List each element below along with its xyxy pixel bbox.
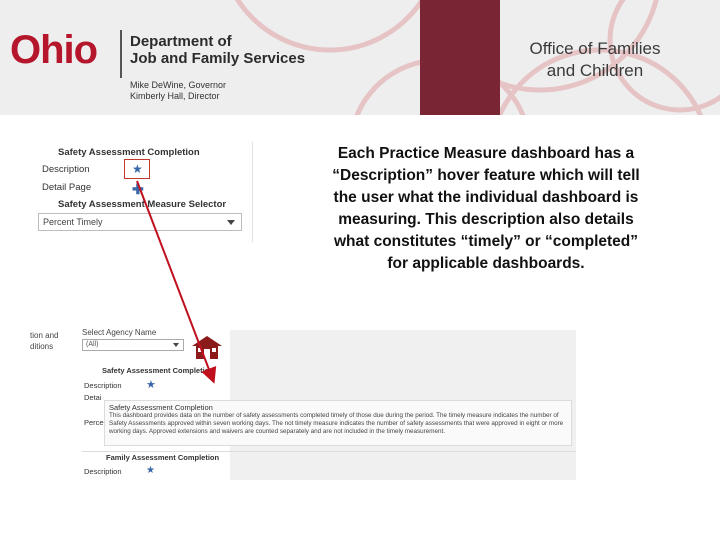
description-tooltip: Safety Assessment Completion This dashbo… xyxy=(104,400,572,446)
tooltip-body: This dashboard provides data on the numb… xyxy=(109,412,564,435)
office-title: Office of Families and Children xyxy=(529,39,661,80)
dashboard-hover-panel: tion and ditions Select Agency Name (All… xyxy=(30,328,576,480)
star-icon[interactable]: ★ xyxy=(146,378,156,391)
agency-dropdown[interactable]: (All) xyxy=(82,339,184,351)
maroon-band xyxy=(420,0,500,115)
family-assessment-title: Family Assessment Completion xyxy=(106,453,220,462)
dashboard-header-panel: Safety Assessment Completion Description… xyxy=(32,142,253,242)
logo-divider xyxy=(120,30,122,78)
house-icon[interactable] xyxy=(190,334,224,360)
section-divider xyxy=(82,451,576,452)
selector-value: Percent Timely xyxy=(43,217,103,227)
panel-title: Safety Assessment Completion xyxy=(58,147,200,158)
description-label: Description xyxy=(84,381,122,390)
chevron-down-icon xyxy=(173,343,179,347)
measure-selector-title: Safety Assessment Measure Selector xyxy=(58,199,227,210)
plus-icon[interactable]: ✚ xyxy=(132,182,144,196)
description-star-button[interactable]: ★ xyxy=(124,159,150,179)
sac-title: Safety Assessment Completion xyxy=(102,366,214,375)
slide-description: Each Practice Measure dashboard has a “D… xyxy=(332,145,640,272)
selector-value-peek: Perce xyxy=(84,418,104,427)
star-icon: ★ xyxy=(132,162,143,176)
measure-selector-dropdown[interactable]: Percent Timely xyxy=(38,213,242,231)
header-banner: Ohio Department of Job and Family Servic… xyxy=(0,0,720,115)
detail-page-label-peek: Detai xyxy=(84,393,102,402)
star-icon[interactable]: ★ xyxy=(146,465,155,476)
ohio-logo: Ohio xyxy=(10,28,98,72)
description-label-2: Description xyxy=(84,467,122,476)
leadership-names: Mike DeWine, Governor Kimberly Hall, Dir… xyxy=(130,80,227,101)
description-label: Description xyxy=(42,164,90,175)
agency-value: (All) xyxy=(86,341,99,348)
chevron-down-icon xyxy=(227,220,235,225)
agency-label: Select Agency Name xyxy=(82,328,157,337)
tooltip-title: Safety Assessment Completion xyxy=(109,403,213,412)
detail-page-label: Detail Page xyxy=(42,182,92,193)
left-edge-label: tion and ditions xyxy=(30,331,59,351)
department-name: Department of Job and Family Services xyxy=(130,33,306,67)
